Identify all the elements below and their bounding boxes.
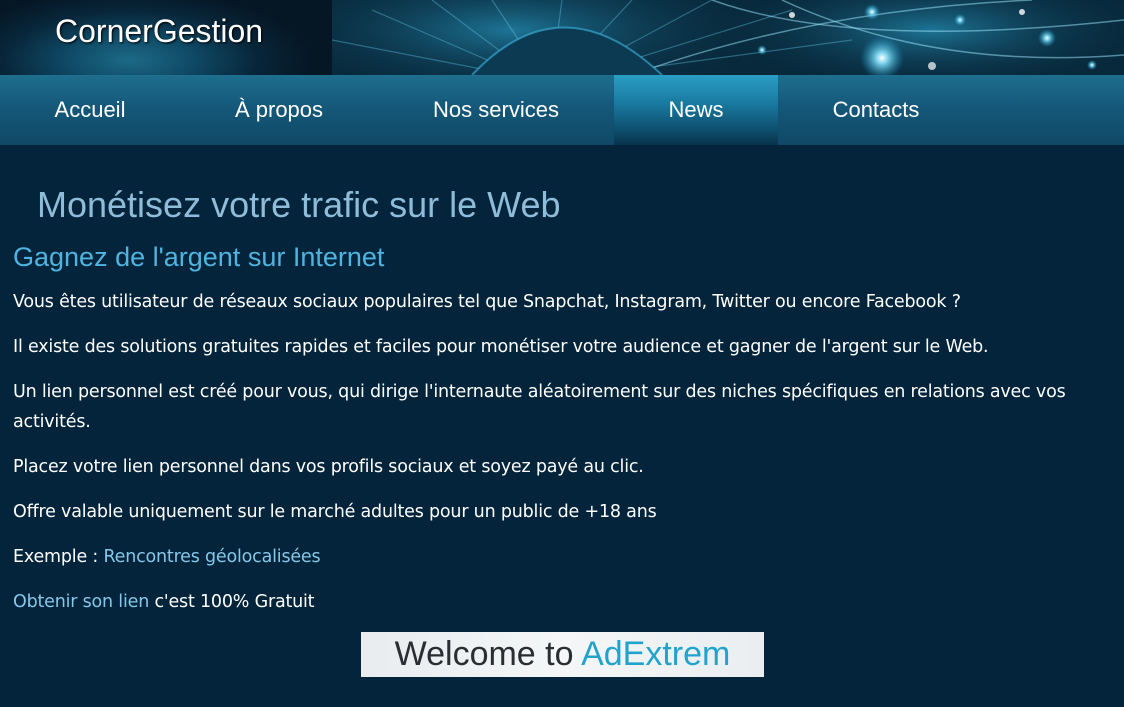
section-subtitle: Gagnez de l'argent sur Internet xyxy=(13,242,385,272)
banner-brand: AdExtrem xyxy=(581,635,731,673)
nav-item-accueil[interactable]: Accueil xyxy=(20,75,160,145)
paragraph-social-networks: Vous êtes utilisateur de réseaux sociaux… xyxy=(13,292,961,312)
main-content: Monétisez votre trafic sur le Web Gagnez… xyxy=(0,145,1124,707)
nav-item-nos-services[interactable]: Nos services xyxy=(408,75,584,145)
banner-text: Welcome to xyxy=(394,635,582,673)
cta-suffix: c'est 100% Gratuit xyxy=(149,592,315,612)
example-line: Exemple : Rencontres géolocalisées xyxy=(13,542,1108,572)
example-prefix: Exemple : xyxy=(13,547,104,567)
page-title: Monétisez votre trafic sur le Web xyxy=(37,184,561,225)
paragraph-free-solutions: Il existe des solutions gratuites rapide… xyxy=(13,337,989,357)
site-title[interactable]: CornerGestion xyxy=(55,12,263,50)
cta-line: Obtenir son lien c'est 100% Gratuit xyxy=(13,587,1108,617)
example-link[interactable]: Rencontres géolocalisées xyxy=(103,547,320,567)
site-header: CornerGestion xyxy=(0,0,1124,75)
get-link-link[interactable]: Obtenir son lien xyxy=(13,592,149,612)
nav-item-news[interactable]: News xyxy=(614,75,778,145)
main-navigation: Accueil À propos Nos services News Conta… xyxy=(0,75,1124,145)
paragraph-offer-adults: Offre valable uniquement sur le marché a… xyxy=(13,502,657,522)
header-decorative-image xyxy=(332,0,1124,75)
nav-item-contacts[interactable]: Contacts xyxy=(800,75,952,145)
paragraph-personal-link: Un lien personnel est créé pour vous, qu… xyxy=(13,382,1066,432)
nav-item-a-propos[interactable]: À propos xyxy=(200,75,358,145)
adextrem-banner[interactable]: Welcome to AdExtrem xyxy=(361,632,764,677)
paragraph-place-link: Placez votre lien personnel dans vos pro… xyxy=(13,457,644,477)
